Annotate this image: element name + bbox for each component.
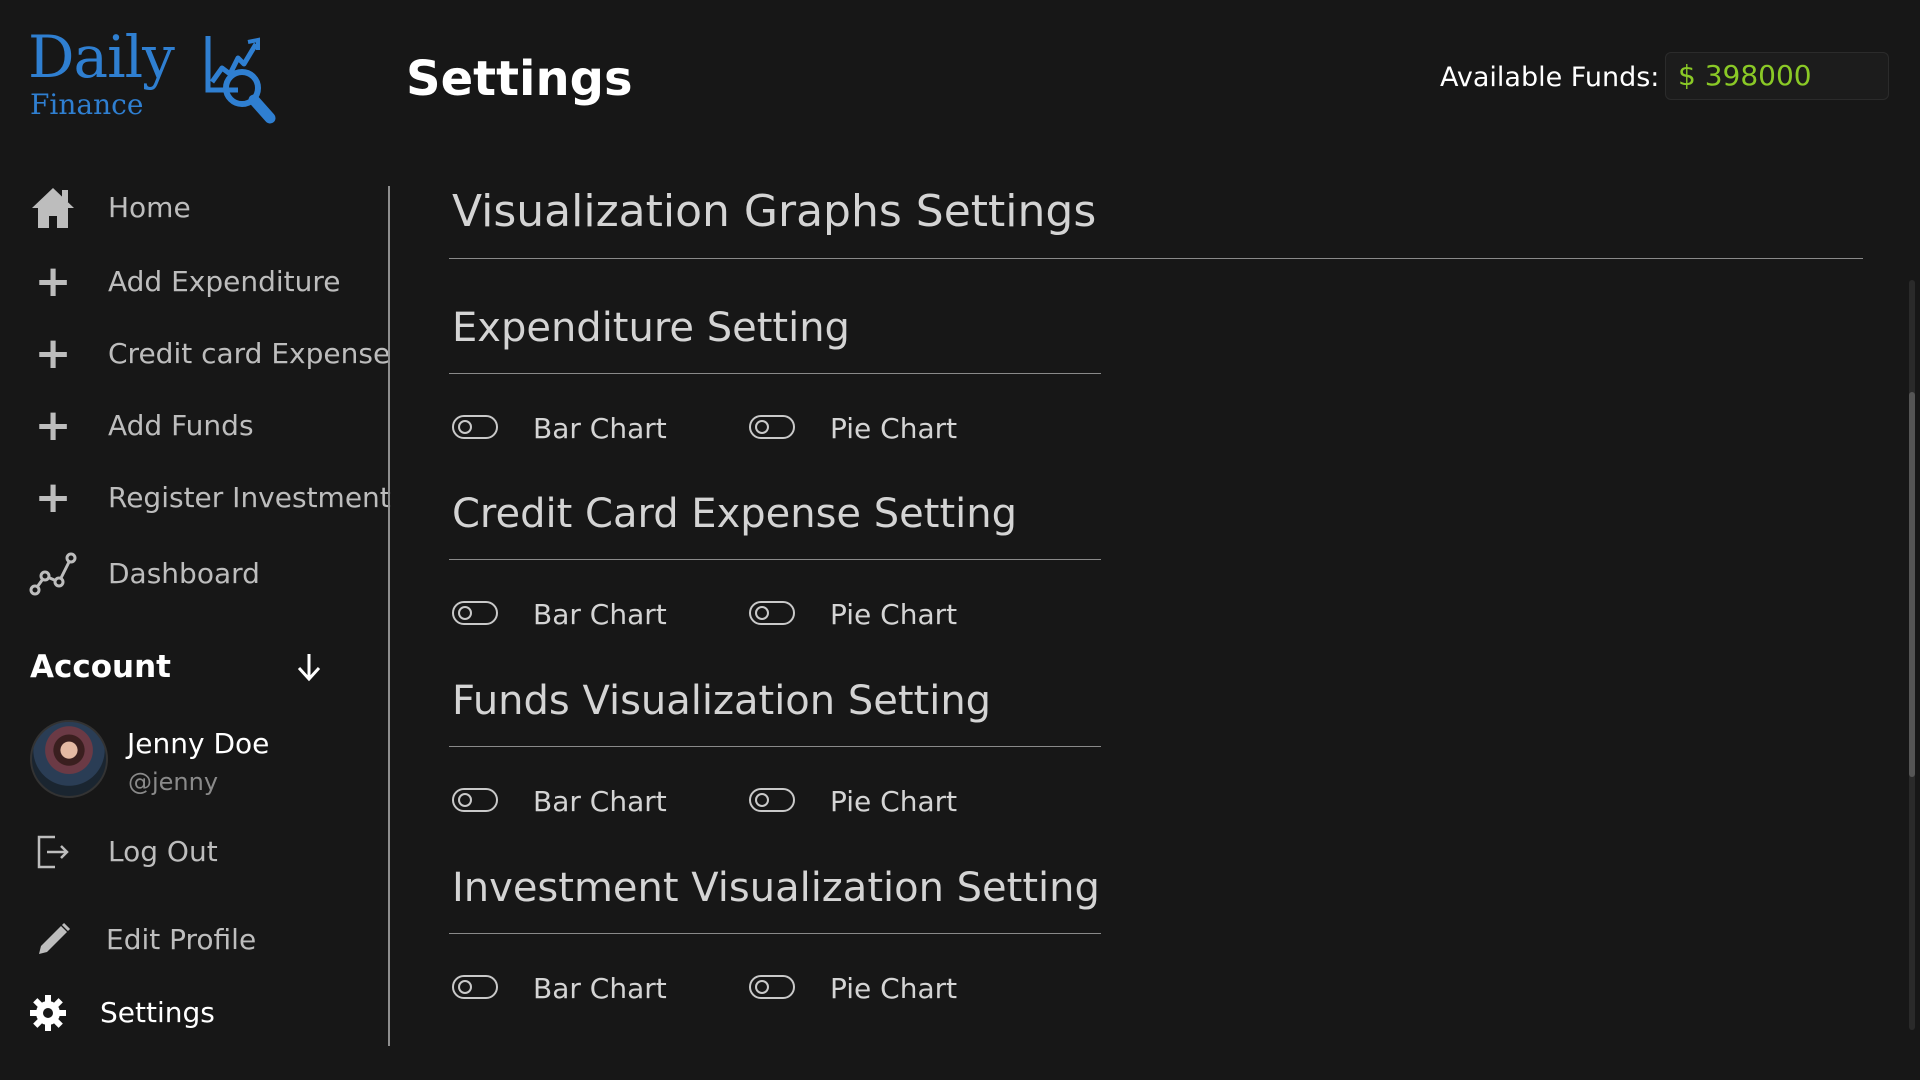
sidebar-item-dashboard[interactable]: Dashboard (28, 546, 260, 602)
investment-visualization-setting-title: Investment Visualization Setting (452, 865, 1100, 911)
pencil-icon (28, 915, 78, 965)
toggle-label: Pie Chart (830, 972, 958, 1005)
section-divider (449, 373, 1101, 374)
plus-icon: + (34, 472, 72, 523)
investment-bar-chart-toggle[interactable] (452, 975, 498, 999)
user-name: Jenny Doe (127, 727, 270, 760)
toggle-label: Bar Chart (533, 785, 667, 818)
sidebar-item-label: Dashboard (108, 557, 260, 590)
logo-word: Daily (28, 23, 175, 91)
toggle-label: Pie Chart (830, 598, 958, 631)
page-title: Settings (406, 51, 633, 107)
available-funds-label: Available Funds: (1440, 62, 1660, 93)
toggle-label: Bar Chart (533, 972, 667, 1005)
sidebar-item-label: Add Funds (108, 409, 254, 442)
funds-visualization-setting-title: Funds Visualization Setting (452, 678, 992, 724)
expenditure-bar-chart-toggle[interactable] (452, 415, 498, 439)
edit-profile-button[interactable]: Edit Profile (28, 912, 256, 968)
logout-label: Log Out (108, 835, 218, 868)
toggle-label: Pie Chart (830, 412, 958, 445)
credit-card-bar-chart-toggle[interactable] (452, 601, 498, 625)
toggle-label: Pie Chart (830, 785, 958, 818)
toggle-label: Bar Chart (533, 412, 667, 445)
logo-subtitle: Finance (30, 88, 144, 121)
sidebar-item-label: Register Investment (108, 481, 391, 514)
funds-pie-chart-toggle[interactable] (749, 788, 795, 812)
funds-bar-chart-toggle[interactable] (452, 788, 498, 812)
edit-profile-label: Edit Profile (106, 923, 257, 956)
arrow-down-icon[interactable] (296, 652, 322, 682)
sidebar-item-credit-card-expense[interactable]: + Credit card Expense (28, 326, 391, 382)
sidebar-divider (388, 186, 390, 1046)
sidebar-item-register-investment[interactable]: + Register Investment (28, 470, 391, 526)
main-title: Visualization Graphs Settings (452, 186, 1097, 237)
chart-line-icon (28, 549, 78, 599)
expenditure-pie-chart-toggle[interactable] (749, 415, 795, 439)
logout-icon (28, 827, 78, 877)
investment-pie-chart-toggle[interactable] (749, 975, 795, 999)
scrollbar-thumb[interactable] (1909, 392, 1915, 777)
sidebar-item-label: Home (108, 191, 191, 224)
logout-button[interactable]: Log Out (28, 824, 218, 880)
plus-icon: + (34, 400, 72, 451)
sidebar-item-home[interactable]: Home (28, 180, 191, 236)
toggle-label: Bar Chart (533, 598, 667, 631)
credit-card-pie-chart-toggle[interactable] (749, 601, 795, 625)
section-divider (449, 559, 1101, 560)
plus-icon: + (34, 256, 72, 307)
avatar[interactable] (30, 720, 108, 798)
sidebar-item-label: Add Expenditure (108, 265, 341, 298)
sidebar-item-add-expenditure[interactable]: + Add Expenditure (28, 254, 341, 310)
user-handle: @jenny (128, 768, 219, 796)
section-divider (449, 746, 1101, 747)
account-heading: Account (30, 649, 171, 685)
magnifier-chart-icon (205, 36, 276, 124)
plus-icon: + (34, 328, 72, 379)
sidebar-item-settings[interactable]: Settings (28, 985, 215, 1041)
sidebar-item-label: Credit card Expense (108, 337, 391, 370)
available-funds-value: $ 398000 (1665, 52, 1889, 100)
main-scrollbar[interactable] (1909, 280, 1915, 1030)
main-title-divider (449, 258, 1863, 259)
settings-label: Settings (100, 996, 215, 1029)
home-icon (28, 183, 78, 233)
gear-icon (28, 988, 68, 1038)
expenditure-setting-title: Expenditure Setting (452, 305, 850, 351)
sidebar-item-add-funds[interactable]: + Add Funds (28, 398, 254, 454)
section-divider (449, 933, 1101, 934)
app-logo: Daily Finance (28, 24, 278, 124)
credit-card-expense-setting-title: Credit Card Expense Setting (452, 491, 1017, 537)
